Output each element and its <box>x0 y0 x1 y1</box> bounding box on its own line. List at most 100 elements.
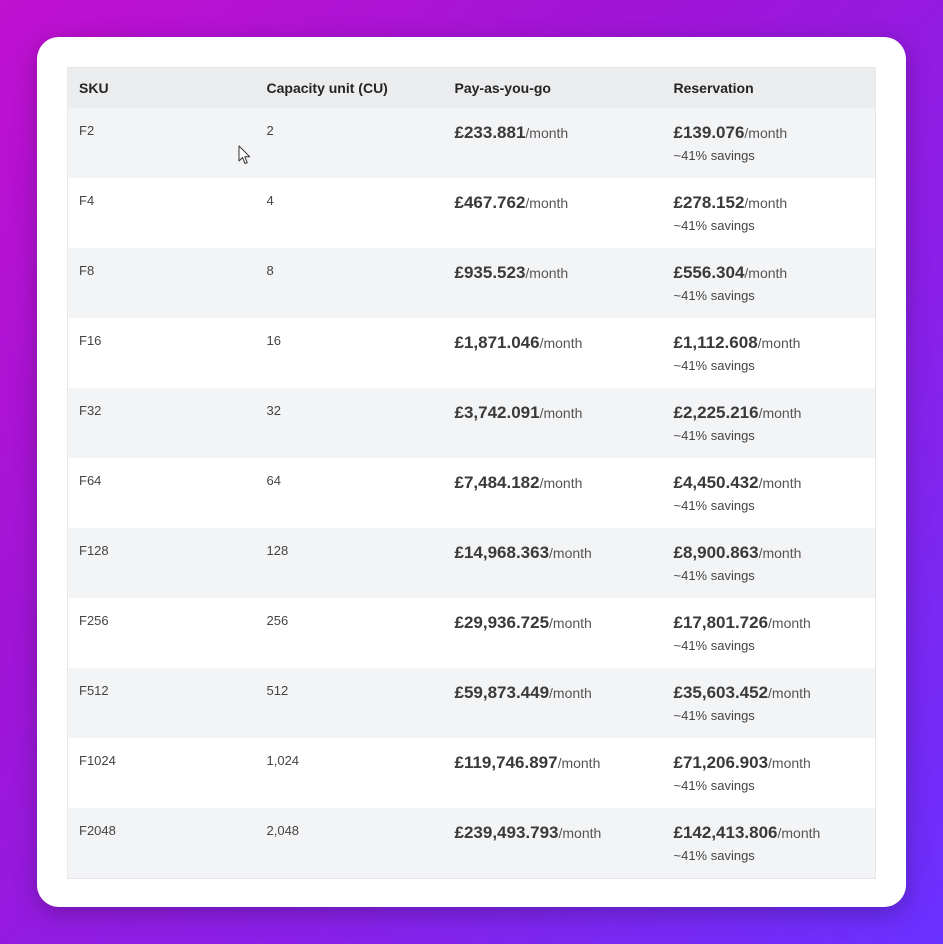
capacity-unit-cell: 2,048 <box>255 808 444 878</box>
savings-note: ~41% savings <box>673 848 755 863</box>
reservation-price: £556.304 <box>673 263 745 282</box>
reservation-unit: /month <box>768 615 811 631</box>
reservation-unit: /month <box>758 475 802 491</box>
savings-note: ~41% savings <box>673 498 755 513</box>
pay-as-you-go-cell: £119,746.897/month <box>443 738 663 808</box>
reservation-cell: £1,112.608/month ~41% savings <box>662 318 876 388</box>
reservation-price: £139.076 <box>673 123 745 142</box>
reservation-cell: £278.152/month ~41% savings <box>662 178 876 248</box>
savings-note: ~41% savings <box>673 568 755 583</box>
sku-cell: F8 <box>67 248 256 318</box>
reservation-cell: £71,206.903/month ~41% savings <box>662 738 876 808</box>
sku-cell: F16 <box>67 318 256 388</box>
pay-as-you-go-cell: £59,873.449/month <box>443 668 663 738</box>
table-row: F1024 1,024 £119,746.897/month £71,206.903/… <box>67 738 876 808</box>
capacity-unit-cell: 32 <box>255 388 444 458</box>
reservation-unit: /month <box>777 825 821 841</box>
savings-note: ~41% savings <box>673 288 755 303</box>
payg-price: £935.523 <box>454 263 526 282</box>
reservation-unit: /month <box>744 265 788 281</box>
header-capacity-unit: Capacity unit (CU) <box>255 67 444 108</box>
capacity-unit-cell: 2 <box>255 108 444 178</box>
pay-as-you-go-cell: £239,493.793/month <box>443 808 663 878</box>
savings-note: ~41% savings <box>673 708 755 723</box>
capacity-unit-cell: 256 <box>255 598 444 668</box>
reservation-unit: /month <box>758 545 802 561</box>
payg-unit: /month <box>525 195 569 211</box>
payg-price: £59,873.449 <box>454 683 550 702</box>
payg-unit: /month <box>539 405 583 421</box>
table-body: F2 2 £233.881/month £139.076/month ~41% savi… <box>67 108 876 878</box>
sku-cell: F2 <box>67 108 256 178</box>
savings-note: ~41% savings <box>673 778 755 793</box>
reservation-cell: £2,225.216/month ~41% savings <box>662 388 876 458</box>
payg-price: £467.762 <box>454 193 526 212</box>
reservation-unit: /month <box>757 335 801 351</box>
table-row: F16 16 £1,871.046/month £1,112.608/month ~41… <box>67 318 876 388</box>
payg-unit: /month <box>549 545 592 561</box>
header-pay-as-you-go: Pay-as-you-go <box>443 67 663 108</box>
table-row: F8 8 £935.523/month £556.304/month ~41% savi… <box>67 248 876 318</box>
capacity-unit-cell: 1,024 <box>255 738 444 808</box>
table-row: F256 256 £29,936.725/month £17,801.726/mont… <box>67 598 876 668</box>
capacity-unit-cell: 4 <box>255 178 444 248</box>
sku-cell: F64 <box>67 458 256 528</box>
payg-unit: /month <box>539 475 583 491</box>
capacity-unit-cell: 64 <box>255 458 444 528</box>
payg-unit: /month <box>549 615 592 631</box>
reservation-cell: £35,603.452/month ~41% savings <box>662 668 876 738</box>
mouse-pointer-icon <box>238 145 251 164</box>
payg-unit: /month <box>539 335 583 351</box>
sku-cell: F2048 <box>67 808 256 878</box>
sku-cell: F128 <box>67 528 256 598</box>
reservation-price: £2,225.216 <box>673 403 759 422</box>
pay-as-you-go-cell: £467.762/month <box>443 178 663 248</box>
table-row: F4 4 £467.762/month £278.152/month ~41% savi… <box>67 178 876 248</box>
reservation-cell: £556.304/month ~41% savings <box>662 248 876 318</box>
header-reservation: Reservation <box>662 67 876 108</box>
pay-as-you-go-cell: £3,742.091/month <box>443 388 663 458</box>
reservation-price: £1,112.608 <box>673 333 758 352</box>
reservation-unit: /month <box>744 125 788 141</box>
capacity-unit-cell: 512 <box>255 668 444 738</box>
payg-price: £119,746.897 <box>454 753 558 772</box>
pay-as-you-go-cell: £29,936.725/month <box>443 598 663 668</box>
table-row: F512 512 £59,873.449/month £35,603.452/mont… <box>67 668 876 738</box>
payg-price: £239,493.793 <box>454 823 559 842</box>
savings-note: ~41% savings <box>673 218 755 233</box>
pay-as-you-go-cell: £7,484.182/month <box>443 458 663 528</box>
sku-cell: F256 <box>67 598 256 668</box>
table-header-row: SKU Capacity unit (CU) Pay-as-you-go Res… <box>67 67 876 108</box>
pricing-table: SKU Capacity unit (CU) Pay-as-you-go Res… <box>67 67 876 879</box>
table-row: F2048 2,048 £239,493.793/month £142,413.806… <box>67 808 876 878</box>
reservation-price: £35,603.452 <box>673 683 769 702</box>
payg-price: £233.881 <box>454 123 526 142</box>
payg-unit: /month <box>558 825 602 841</box>
table-row: F64 64 £7,484.182/month £4,450.432/month ~41… <box>67 458 876 528</box>
pay-as-you-go-cell: £14,968.363/month <box>443 528 663 598</box>
payg-unit: /month <box>525 125 569 141</box>
table-row: F32 32 £3,742.091/month £2,225.216/month ~41… <box>67 388 876 458</box>
reservation-price: £4,450.432 <box>673 473 759 492</box>
capacity-unit-cell: 16 <box>255 318 444 388</box>
pricing-card: SKU Capacity unit (CU) Pay-as-you-go Res… <box>37 37 906 907</box>
reservation-unit: /month <box>768 755 811 771</box>
header-sku: SKU <box>67 67 256 108</box>
reservation-cell: £142,413.806/month ~41% savings <box>662 808 876 878</box>
sku-cell: F1024 <box>67 738 256 808</box>
reservation-cell: £17,801.726/month ~41% savings <box>662 598 876 668</box>
sku-cell: F4 <box>67 178 256 248</box>
savings-note: ~41% savings <box>673 148 755 163</box>
reservation-price: £71,206.903 <box>673 753 769 772</box>
savings-note: ~41% savings <box>673 358 755 373</box>
payg-unit: /month <box>557 755 601 771</box>
pay-as-you-go-cell: £1,871.046/month <box>443 318 663 388</box>
reservation-price: £278.152 <box>673 193 745 212</box>
payg-price: £29,936.725 <box>454 613 550 632</box>
sku-cell: F32 <box>67 388 256 458</box>
table-row: F128 128 £14,968.363/month £8,900.863/month… <box>67 528 876 598</box>
payg-unit: /month <box>549 685 592 701</box>
reservation-price: £17,801.726 <box>673 613 769 632</box>
reservation-cell: £8,900.863/month ~41% savings <box>662 528 876 598</box>
savings-note: ~41% savings <box>673 428 755 443</box>
